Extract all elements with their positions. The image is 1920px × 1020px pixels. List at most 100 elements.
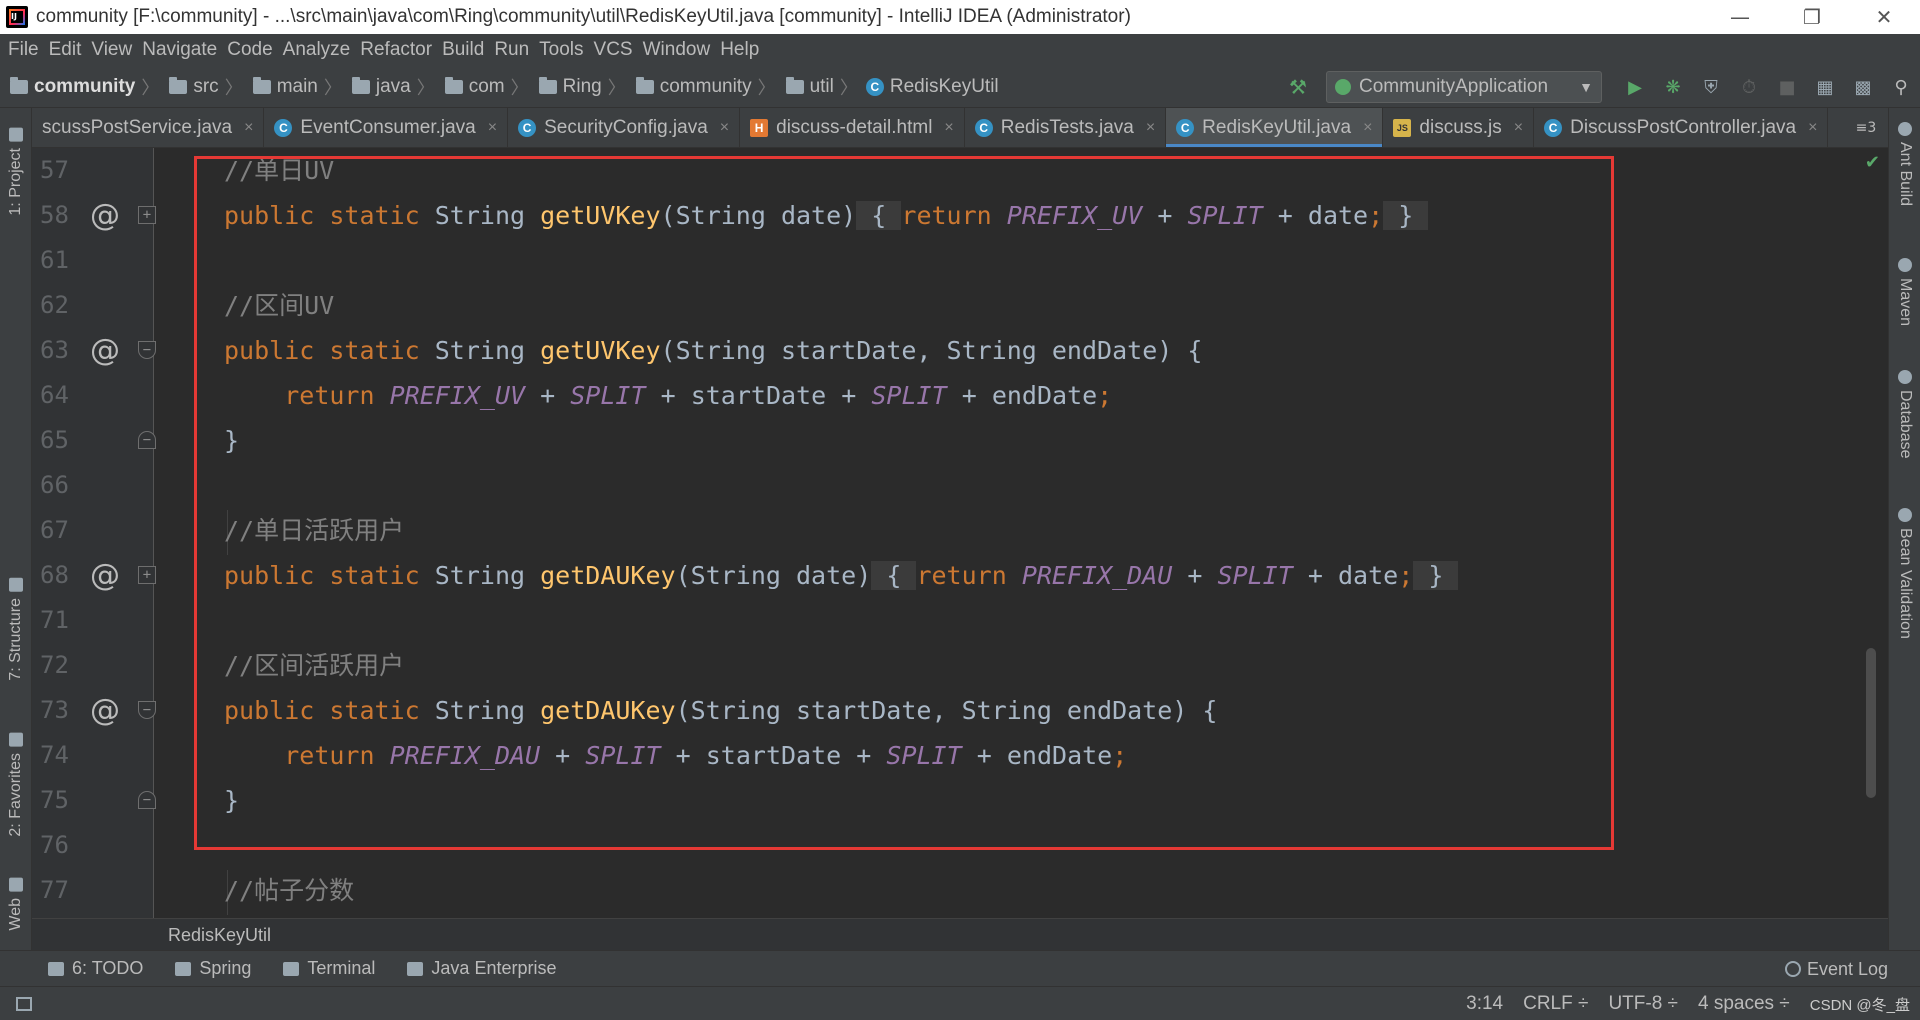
fold-collapse-icon[interactable]: − [138, 701, 156, 719]
folder-icon [169, 76, 188, 94]
package-icon [538, 76, 557, 94]
inspection-ok-icon[interactable]: ✔ [1865, 152, 1880, 173]
minimize-icon[interactable]: — [1704, 0, 1776, 34]
tool-window-java-enterprise[interactable]: Java Enterprise [407, 958, 556, 979]
override-marker-icon[interactable]: @ [90, 688, 120, 733]
breadcrumb-item-community[interactable]: community 〉 [626, 74, 776, 100]
package-icon [785, 76, 804, 94]
breadcrumb-item-src[interactable]: src 〉 [159, 74, 243, 100]
tab-discuss-js[interactable]: JS discuss.js × [1383, 108, 1535, 147]
code-line[interactable]: 77 //帖子分数 [32, 868, 1888, 913]
line-number: 77 [40, 876, 69, 904]
breadcrumb-item-community-root[interactable]: community 〉 [0, 74, 159, 100]
close-icon[interactable]: × [244, 119, 253, 137]
menu-help[interactable]: Help [720, 39, 759, 61]
code-text: //帖子分数 [224, 876, 355, 905]
menu-run[interactable]: Run [494, 39, 529, 61]
tool-window-terminal[interactable]: Terminal [283, 958, 375, 979]
close-icon[interactable]: × [1808, 119, 1817, 137]
breadcrumb-item-util[interactable]: util 〉 [776, 74, 858, 100]
stop-icon[interactable]: ■ [1776, 76, 1798, 98]
close-icon[interactable]: × [944, 119, 953, 137]
line-number: 65 [40, 426, 69, 454]
menu-tools[interactable]: Tools [539, 39, 583, 61]
menu-analyze[interactable]: Analyze [283, 39, 351, 61]
menu-file[interactable]: File [8, 39, 39, 61]
tab-overflow-button[interactable]: ≡3 [1844, 108, 1888, 147]
close-icon[interactable]: × [1146, 119, 1155, 137]
menu-navigate[interactable]: Navigate [142, 39, 217, 61]
fold-end-icon[interactable]: − [138, 431, 156, 449]
toggle-tool-windows-icon[interactable] [16, 996, 32, 1011]
project-structure-icon[interactable]: ▦ [1814, 76, 1836, 98]
breadcrumb-item-java[interactable]: java 〉 [342, 74, 435, 100]
tool-tab-maven[interactable]: Maven [1893, 258, 1917, 326]
menu-refactor[interactable]: Refactor [360, 39, 432, 61]
debug-icon[interactable]: ❋ [1662, 76, 1684, 98]
ant-icon [1898, 122, 1912, 136]
tab-eventconsumer[interactable]: C EventConsumer.java × [264, 108, 509, 147]
event-log-button[interactable]: Event Log [1784, 951, 1888, 987]
tab-rediskeyutil[interactable]: C RedisKeyUtil.java × [1166, 108, 1384, 147]
menu-build[interactable]: Build [442, 39, 484, 61]
tab-discusspostcontroller[interactable]: C DiscussPostController.java × [1534, 108, 1829, 147]
vertical-scrollbar[interactable] [1866, 648, 1876, 798]
presentation-icon[interactable]: ▩ [1852, 76, 1874, 98]
override-marker-icon[interactable]: @ [90, 328, 120, 373]
caret-position[interactable]: 3:14 [1466, 993, 1503, 1015]
tab-discusspostservice[interactable]: scussPostService.java × [32, 108, 265, 147]
breadcrumb-item-rediskeyutil[interactable]: C RedisKeyUtil [858, 76, 999, 98]
tab-discuss-detail-html[interactable]: Hdiscuss-detail.html × [740, 108, 965, 147]
profile-icon[interactable]: ⏱ [1738, 76, 1760, 98]
build-hammer-icon[interactable]: ⚒ [1286, 75, 1310, 99]
close-icon[interactable]: ✕ [1848, 0, 1920, 34]
package-icon [635, 76, 654, 94]
run-configuration-select[interactable]: CommunityApplication ▼ [1326, 71, 1602, 103]
line-separator[interactable]: CRLF ÷ [1523, 993, 1588, 1015]
tool-window-todo[interactable]: 6: TODO [48, 958, 143, 979]
file-encoding[interactable]: UTF-8 ÷ [1608, 993, 1678, 1015]
line-number: 64 [40, 381, 69, 409]
breadcrumb-item-com[interactable]: com 〉 [435, 74, 529, 100]
menu-code[interactable]: Code [227, 39, 272, 61]
tool-tab-favorites[interactable]: 2: Favorites [4, 733, 28, 837]
close-icon[interactable]: × [488, 119, 497, 137]
tab-securityconfig[interactable]: C SecurityConfig.java × [508, 108, 741, 147]
tab-redistests[interactable]: C RedisTests.java × [965, 108, 1167, 147]
breadcrumb-item-main[interactable]: main 〉 [243, 74, 342, 100]
fold-expand-icon[interactable]: + [138, 206, 156, 224]
status-bar: 3:14 CRLF ÷ UTF-8 ÷ 4 spaces ÷ CSDN @冬_盘 [0, 986, 1920, 1020]
fold-end-icon[interactable]: − [138, 791, 156, 809]
watermark-text: CSDN @冬_盘 [1809, 996, 1910, 1014]
class-icon: C [865, 77, 884, 96]
menu-vcs[interactable]: VCS [594, 39, 633, 61]
tool-tab-bean-validation[interactable]: Bean Validation [1893, 508, 1917, 639]
fold-expand-icon[interactable]: + [138, 566, 156, 584]
tool-tab-database[interactable]: Database [1893, 370, 1917, 459]
menu-window[interactable]: Window [643, 39, 711, 61]
menu-view[interactable]: View [91, 39, 132, 61]
coverage-icon[interactable]: ⛨ [1700, 76, 1722, 98]
menu-edit[interactable]: Edit [49, 39, 82, 61]
close-icon[interactable]: × [1514, 119, 1523, 137]
tool-tab-web[interactable]: Web [4, 878, 28, 931]
editor-breadcrumb[interactable]: RedisKeyUtil [32, 918, 1888, 950]
indent-setting[interactable]: 4 spaces ÷ [1698, 993, 1790, 1015]
restore-icon[interactable]: ❐ [1776, 0, 1848, 34]
run-configuration-label: CommunityApplication [1359, 76, 1549, 97]
js-file-icon: JS [1393, 118, 1412, 137]
run-icon[interactable]: ▶ [1624, 76, 1646, 98]
tool-tab-ant-build[interactable]: Ant Build [1893, 122, 1917, 206]
close-icon[interactable]: × [1363, 119, 1372, 137]
tool-window-spring[interactable]: Spring [175, 958, 251, 979]
override-marker-icon[interactable]: @ [90, 193, 120, 238]
fold-collapse-icon[interactable]: − [138, 341, 156, 359]
search-icon[interactable]: ⚲ [1890, 76, 1912, 98]
line-number: 71 [40, 606, 69, 634]
tool-tab-project[interactable]: 1: Project [4, 128, 28, 216]
code-editor[interactable]: 57 //单日UV 58 @ + public static String ge… [32, 148, 1888, 918]
close-icon[interactable]: × [720, 119, 729, 137]
override-marker-icon[interactable]: @ [90, 553, 120, 598]
tool-tab-structure[interactable]: 7: Structure [4, 578, 28, 681]
breadcrumb-item-ring[interactable]: Ring 〉 [529, 74, 626, 100]
